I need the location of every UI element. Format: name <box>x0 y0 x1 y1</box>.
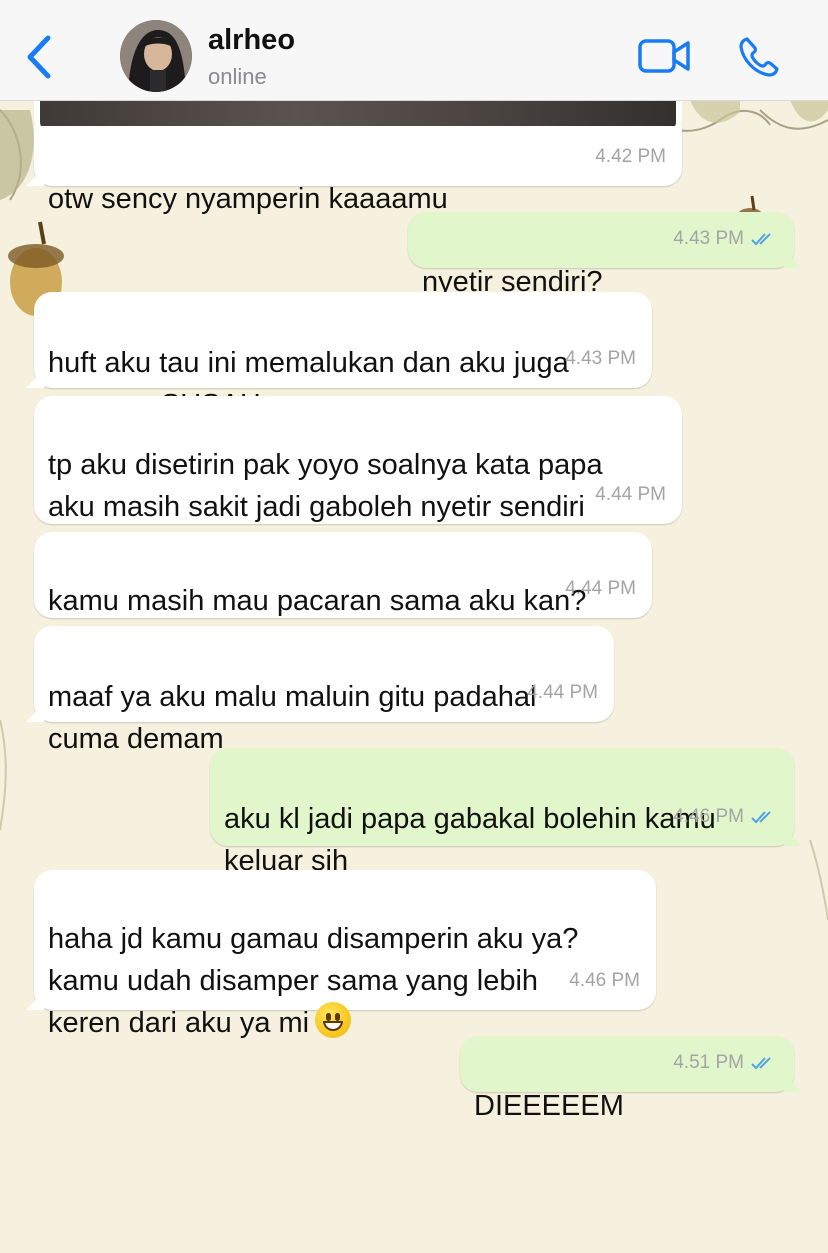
grinning-face-emoji <box>315 1002 352 1038</box>
message-text: DIEEEEEM <box>474 1090 624 1122</box>
message-bubble[interactable]: huft aku tau ini memalukan dan aku juga … <box>26 292 652 421</box>
message-time: 4.51 PM <box>673 1052 744 1073</box>
bubble-tail <box>784 1074 802 1092</box>
bubble-tail <box>26 992 44 1010</box>
message-text: haha jd kamu gamau disamperin aku ya? ka… <box>48 923 579 1039</box>
double-check-icon <box>751 811 771 824</box>
message-time: 4.46 PM <box>569 970 640 991</box>
message-text-wrap: haha jd kamu gamau disamperin aku ya? ka… <box>48 918 642 1044</box>
contact-status: online <box>208 64 267 89</box>
bubble-tail <box>784 250 802 268</box>
video-call-icon[interactable] <box>638 38 690 74</box>
message-time: 4.43 PM <box>565 348 636 369</box>
message-bubble[interactable]: DIEEEEEM 4.51 PM <box>460 1036 802 1122</box>
bubble-tail <box>784 828 802 846</box>
phone-icon[interactable] <box>738 36 780 78</box>
message-bubble[interactable]: otw sency nyamperin kaaaamu 4.42 PM <box>26 126 682 215</box>
message-time: 4.44 PM <box>527 682 598 703</box>
message-bubble[interactable]: kamu masih mau pacaran sama aku kan? 4.4… <box>34 532 652 618</box>
message-text: tp aku disetirin pak yoyo soalnya kata p… <box>48 449 603 523</box>
contact-name[interactable]: alrheo <box>208 24 295 57</box>
message-bubble[interactable]: tp aku disetirin pak yoyo soalnya kata p… <box>34 396 682 524</box>
message-bubble[interactable]: haha jd kamu gamau disamperin aku ya? ka… <box>26 870 656 1039</box>
message-bubble[interactable]: nyetir sendiri? 4.43 PM <box>408 212 802 298</box>
double-check-icon <box>751 1057 771 1070</box>
bubble-tail <box>26 704 44 722</box>
message-bubble[interactable]: maaf ya aku malu maluin gitu padahal cum… <box>26 626 614 755</box>
double-check-icon <box>751 233 771 246</box>
bubble-tail <box>26 370 44 388</box>
message-bubble[interactable]: aku kl jadi papa gabakal bolehin kamu ke… <box>210 748 802 877</box>
avatar[interactable] <box>120 20 192 92</box>
message-text: kamu masih mau pacaran sama aku kan? <box>48 585 587 617</box>
chat-header: alrheo online <box>0 0 828 101</box>
message-time: 4.42 PM <box>595 146 666 167</box>
bubble-tail <box>26 168 44 186</box>
chevron-left-icon[interactable] <box>22 34 56 80</box>
message-time: 4.44 PM <box>565 578 636 599</box>
message-time: 4.46 PM <box>673 806 744 827</box>
message-time: 4.44 PM <box>595 484 666 505</box>
message-time: 4.43 PM <box>673 228 744 249</box>
